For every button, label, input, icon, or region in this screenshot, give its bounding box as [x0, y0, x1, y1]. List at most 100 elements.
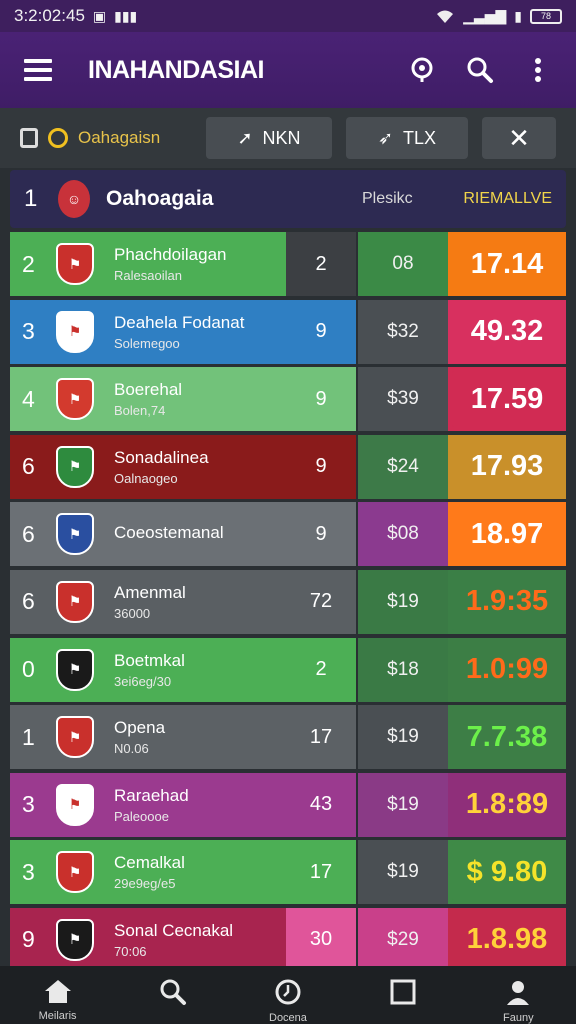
team-crest-icon: ⚑	[56, 783, 94, 826]
team-cell: 4 ⚑ Boerehal Bolen,74 9	[10, 367, 356, 432]
team-cell: 1 ⚑ Opena N0.06 17	[10, 705, 356, 770]
table-row[interactable]: 3 ⚑ Deahela Fodanat Solemegoo 9 $32 49.3…	[10, 299, 566, 364]
value-cell: 1.8.98	[448, 907, 566, 972]
table-row[interactable]: 0 ⚑ Boetmkal 3ei6eg/30 2 $18 1.0:99	[10, 637, 566, 702]
team-badge-icon: ☺	[58, 180, 90, 218]
nav-item-search[interactable]	[133, 978, 213, 1006]
value-box[interactable]: 17.59	[452, 371, 562, 428]
header-team: Oahoagaia	[106, 187, 214, 210]
team-crest-icon: ⚑	[56, 445, 94, 488]
more-vert-icon[interactable]	[524, 56, 552, 84]
app-title: INAHANDASIAI	[88, 55, 264, 84]
filter-button-1-label: NKN	[262, 127, 301, 148]
team-crest-icon: ⚑	[56, 310, 94, 353]
header-rank: 1	[24, 185, 38, 212]
menu-icon[interactable]	[24, 59, 52, 81]
notification-icon: ▣	[92, 7, 107, 24]
value-box[interactable]: $ 9.80	[452, 844, 562, 901]
team-crest-icon: ⚑	[56, 851, 94, 894]
team-cell: 3 ⚑ Cemalkal 29e9eg/e5 17	[10, 840, 356, 905]
team-crest-icon: ⚑	[56, 716, 94, 759]
played-count: 2	[286, 637, 356, 702]
stat-cell: $08	[358, 502, 448, 567]
value-cell: 17.59	[448, 367, 566, 432]
table-header: 1 ☺ Oahoagaia Plesikc RIEMALLVE	[10, 170, 566, 228]
nav-label-profile: Fauny	[503, 1012, 534, 1024]
league-label: Oahagaisn	[78, 128, 161, 147]
table-row[interactable]: 1 ⚑ Opena N0.06 17 $19 7.7.38	[10, 705, 566, 770]
row-rank: 4	[22, 385, 35, 412]
value-box[interactable]: 18.97	[452, 506, 562, 563]
team-cell: 6 ⚑ Coeostemanal 9	[10, 502, 356, 567]
person-icon	[507, 981, 530, 1005]
value-box[interactable]: 1.8:89	[452, 776, 562, 833]
filter-button-1[interactable]: ➚ NKN	[206, 117, 332, 159]
team-crest-icon: ⚑	[56, 513, 94, 556]
stat-cell: $32	[358, 299, 448, 364]
table-row[interactable]: 2 ⚑ Phachdoilagan Ralesaoilan 2 08 17.14	[10, 232, 566, 296]
header-col-1: Plesikc	[362, 190, 413, 207]
played-count: 9	[286, 434, 356, 499]
league-filter[interactable]: Oahagaisn	[20, 128, 192, 148]
table-row[interactable]: 9 ⚑ Sonal Cecnakal 70:06 30 $29 1.8.98	[10, 907, 566, 972]
value-box[interactable]: 1.0:99	[452, 641, 562, 698]
value-cell: 1.9:35	[448, 569, 566, 634]
filter-button-2[interactable]: ➶ TLX	[346, 117, 468, 159]
wifi-icon	[437, 10, 454, 23]
stat-cell: $19	[358, 772, 448, 837]
row-rank: 1	[22, 723, 35, 750]
signal-bars-icon: ▮▮▮	[114, 7, 138, 24]
played-count: 43	[286, 772, 356, 837]
value-cell: 17.14	[448, 232, 566, 296]
value-cell: 7.7.38	[448, 705, 566, 770]
row-rank: 9	[22, 926, 35, 953]
value-box[interactable]: 1.9:35	[452, 573, 562, 630]
table-row[interactable]: 6 ⚑ Coeostemanal 9 $08 18.97	[10, 502, 566, 567]
stat-cell: $19	[358, 569, 448, 634]
nav-item-clock[interactable]: Docena	[248, 978, 328, 1024]
table-row[interactable]: 6 ⚑ Sonadalinea Oalnaogeo 9 $24 17.93	[10, 434, 566, 499]
app-actions	[408, 56, 552, 84]
value-cell: 17.93	[448, 434, 566, 499]
team-crest-icon: ⚑	[56, 378, 94, 421]
value-cell: 18.97	[448, 502, 566, 567]
table-row[interactable]: 6 ⚑ Amenmal 36000 72 $19 1.9:35	[10, 569, 566, 634]
location-pin-icon[interactable]	[408, 56, 436, 84]
value-box[interactable]: 49.32	[452, 303, 562, 360]
stat-cell: $18	[358, 637, 448, 702]
close-button[interactable]: ✕	[482, 117, 556, 159]
value-box[interactable]: 1.8.98	[452, 911, 562, 968]
played-count: 72	[286, 569, 356, 634]
status-left: 3:2:02:45 ▣ ▮▮▮	[14, 6, 137, 26]
search-icon	[160, 979, 186, 1005]
team-cell: 9 ⚑ Sonal Cecnakal 70:06 30	[10, 907, 356, 972]
stat-cell: $29	[358, 907, 448, 972]
team-cell: 6 ⚑ Amenmal 36000 72	[10, 569, 356, 634]
filter-button-2-label: TLX	[403, 127, 437, 148]
value-box[interactable]: 17.93	[452, 438, 562, 495]
document-icon	[20, 128, 38, 148]
nav-item-square[interactable]	[363, 978, 443, 1006]
search-icon[interactable]	[466, 56, 494, 84]
home-icon	[44, 980, 71, 1003]
table-row[interactable]: 3 ⚑ Cemalkal 29e9eg/e5 17 $19 $ 9.80	[10, 840, 566, 905]
close-icon: ✕	[508, 122, 530, 153]
status-bar: 3:2:02:45 ▣ ▮▮▮ ▁▃▅▇ ▮ 78	[0, 0, 576, 32]
nav-item-profile[interactable]: Fauny	[478, 978, 558, 1024]
team-cell: 2 ⚑ Phachdoilagan Ralesaoilan 2	[10, 232, 356, 296]
value-box[interactable]: 17.14	[452, 236, 562, 292]
table-row[interactable]: 3 ⚑ Raraehad Paleoooe 43 $19 1.8:89	[10, 772, 566, 837]
arrow-icon: ➚	[237, 127, 253, 148]
played-count: 9	[286, 367, 356, 432]
standings-list: 2 ⚑ Phachdoilagan Ralesaoilan 2 08 17.14…	[10, 232, 566, 976]
played-count: 30	[286, 907, 356, 972]
value-box[interactable]: 7.7.38	[452, 709, 562, 766]
bottom-nav: Meilaris Docena Fauny	[0, 966, 576, 1024]
table-row[interactable]: 4 ⚑ Boerehal Bolen,74 9 $39 17.59	[10, 367, 566, 432]
value-cell: 1.0:99	[448, 637, 566, 702]
arrow-icon: ➶	[377, 127, 394, 148]
nav-item-home[interactable]: Meilaris	[18, 978, 98, 1022]
nav-label-home: Meilaris	[38, 1010, 77, 1022]
team-crest-icon: ⚑	[56, 580, 94, 623]
stat-cell: 08	[358, 232, 448, 296]
